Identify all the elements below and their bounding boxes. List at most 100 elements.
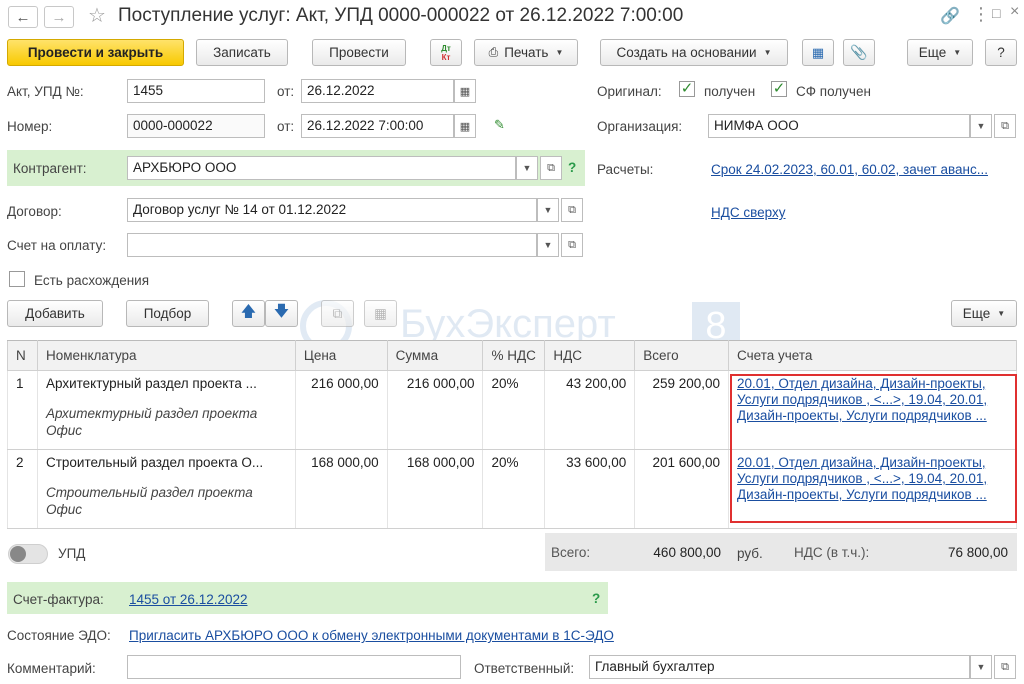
window-title: Поступление услуг: Акт, УПД 0000-000022 … bbox=[118, 5, 684, 26]
link-icon[interactable]: 🔗 bbox=[940, 6, 960, 26]
contract-dropdown[interactable]: ▼ bbox=[537, 198, 559, 222]
edit-time-icon[interactable]: ✎ bbox=[494, 117, 505, 133]
vat-rate-cell[interactable]: 20% bbox=[482, 449, 546, 529]
chevron-down-icon: ▼ bbox=[543, 205, 553, 215]
more-menu-icon[interactable]: ⋮ bbox=[972, 4, 990, 25]
total-cell[interactable]: 259 200,00 bbox=[634, 370, 730, 450]
original-received-checkbox[interactable]: ✓ bbox=[679, 81, 695, 97]
accounts-link-line[interactable]: Дизайн-проекты, Услуги подрядчиков ... bbox=[737, 408, 1008, 424]
price-cell[interactable]: 168 000,00 bbox=[294, 449, 388, 529]
calendar-button[interactable]: ▦ bbox=[454, 114, 476, 138]
col-sum-header[interactable]: Сумма bbox=[386, 340, 484, 371]
contract-field[interactable]: Договор услуг № 14 от 01.12.2022 bbox=[127, 198, 537, 222]
contract-open-button[interactable]: ⧉ bbox=[561, 198, 583, 222]
dtkt-button[interactable]: Дт Кт bbox=[430, 39, 462, 66]
print-button[interactable]: ⎙ Печать ▼ bbox=[474, 39, 578, 66]
accounts-cell[interactable]: 20.01, Отдел дизайна, Дизайн-проекты, Ус… bbox=[728, 449, 1017, 529]
accounts-cell[interactable]: 20.01, Отдел дизайна, Дизайн-проекты, Ус… bbox=[728, 370, 1017, 450]
upd-toggle[interactable] bbox=[8, 544, 48, 564]
table-row[interactable]: 2 Строительный раздел проекта О... Строи… bbox=[7, 449, 1017, 529]
sum-cell[interactable]: 168 000,00 bbox=[386, 449, 484, 529]
contractor-field[interactable]: АРХБЮРО ООО bbox=[127, 156, 516, 180]
nomenclature-name: Строительный раздел проекта О... bbox=[45, 455, 264, 470]
move-up-button[interactable]: 🡅 bbox=[232, 300, 265, 327]
responsible-field[interactable]: Главный бухгалтер bbox=[589, 655, 970, 679]
vat-rate-cell[interactable]: 20% bbox=[482, 370, 546, 450]
discrepancy-checkbox[interactable] bbox=[9, 271, 25, 287]
save-label: Записать bbox=[213, 45, 271, 60]
col-vat-header[interactable]: НДС bbox=[544, 340, 636, 371]
attach-button[interactable]: 📎 bbox=[843, 39, 875, 66]
organization-open-button[interactable]: ⧉ bbox=[994, 114, 1016, 138]
contractor-help-icon[interactable]: ? bbox=[568, 160, 576, 175]
save-button[interactable]: Записать bbox=[196, 39, 288, 66]
open-icon: ⧉ bbox=[568, 203, 576, 216]
post-and-close-button[interactable]: Провести и закрыть bbox=[7, 39, 184, 66]
accounts-link-line[interactable]: 20.01, Отдел дизайна, Дизайн-проекты, bbox=[737, 376, 1008, 392]
table-more-button[interactable]: Еще ▼ bbox=[951, 300, 1017, 327]
table-row[interactable]: 1 Архитектурный раздел проекта ... Архит… bbox=[7, 370, 1017, 450]
maximize-icon[interactable]: □ bbox=[992, 5, 1000, 21]
organization-field[interactable]: НИМФА ООО bbox=[708, 114, 970, 138]
number-date-field[interactable]: 26.12.2022 7:00:00 bbox=[301, 114, 454, 138]
comment-field[interactable] bbox=[127, 655, 461, 679]
close-icon[interactable]: × bbox=[1010, 3, 1019, 21]
calendar-button[interactable]: ▦ bbox=[454, 79, 476, 103]
more-button[interactable]: Еще ▼ bbox=[907, 39, 973, 66]
table-more-label: Еще bbox=[962, 306, 991, 321]
col-price-header[interactable]: Цена bbox=[294, 340, 388, 371]
help-label: ? bbox=[997, 45, 1005, 60]
nomenclature-cell[interactable]: Строительный раздел проекта О... Строите… bbox=[36, 449, 296, 529]
vat-cell[interactable]: 43 200,00 bbox=[544, 370, 636, 450]
responsible-open-button[interactable]: ⧉ bbox=[994, 655, 1016, 679]
move-down-button[interactable]: 🡇 bbox=[265, 300, 298, 327]
services-table: N Номенклатура Цена Сумма % НДС НДС Всег… bbox=[7, 340, 1017, 529]
accounts-link-line[interactable]: Дизайн-проекты, Услуги подрядчиков ... bbox=[737, 487, 1008, 503]
more-label: Еще bbox=[918, 45, 947, 60]
price-cell[interactable]: 216 000,00 bbox=[294, 370, 388, 450]
organization-dropdown[interactable]: ▼ bbox=[970, 114, 992, 138]
paste-button[interactable]: ▦ bbox=[364, 300, 397, 327]
sf-help-icon[interactable]: ? bbox=[592, 591, 600, 606]
nomenclature-cell[interactable]: Архитектурный раздел проекта ... Архитек… bbox=[36, 370, 296, 450]
invoice-open-button[interactable]: ⧉ bbox=[561, 233, 583, 257]
select-button[interactable]: Подбор bbox=[126, 300, 209, 327]
back-button[interactable]: ← bbox=[8, 6, 38, 28]
star-icon[interactable]: ☆ bbox=[88, 3, 106, 28]
contractor-dropdown[interactable]: ▼ bbox=[516, 156, 538, 180]
post-button[interactable]: Провести bbox=[312, 39, 406, 66]
invoice-field[interactable] bbox=[127, 233, 537, 257]
contractor-open-button[interactable]: ⧉ bbox=[540, 156, 562, 180]
add-row-button[interactable]: Добавить bbox=[7, 300, 103, 327]
accounts-link-line[interactable]: 20.01, Отдел дизайна, Дизайн-проекты, bbox=[737, 455, 1008, 471]
structure-button[interactable]: ▦ bbox=[802, 39, 834, 66]
sf-link[interactable]: 1455 от 26.12.2022 bbox=[129, 592, 248, 607]
sf-received-checkbox[interactable]: ✓ bbox=[771, 81, 787, 97]
accounts-link-line[interactable]: Услуги подрядчиков , <...>, 19.04, 20.01… bbox=[737, 471, 1008, 487]
vat-on-top-link[interactable]: НДС сверху bbox=[711, 205, 786, 220]
invoice-dropdown[interactable]: ▼ bbox=[537, 233, 559, 257]
help-button[interactable]: ? bbox=[985, 39, 1017, 66]
col-accounts-header[interactable]: Счета учета bbox=[728, 340, 1017, 371]
forward-button[interactable]: → bbox=[44, 6, 74, 28]
total-cell[interactable]: 201 600,00 bbox=[634, 449, 730, 529]
col-vat-rate-header[interactable]: % НДС bbox=[482, 340, 546, 371]
create-based-label: Создать на основании bbox=[616, 45, 757, 60]
create-based-button[interactable]: Создать на основании ▼ bbox=[600, 39, 788, 66]
act-number-field[interactable]: 1455 bbox=[127, 79, 265, 103]
vat-cell[interactable]: 33 600,00 bbox=[544, 449, 636, 529]
accounts-link-line[interactable]: Услуги подрядчиков , <...>, 19.04, 20.01… bbox=[737, 392, 1008, 408]
col-nomenclature-header[interactable]: Номенклатура bbox=[36, 340, 296, 371]
open-icon: ⧉ bbox=[1001, 660, 1009, 673]
payments-link[interactable]: Срок 24.02.2023, 60.01, 60.02, зачет ава… bbox=[711, 162, 988, 177]
sum-cell[interactable]: 216 000,00 bbox=[386, 370, 484, 450]
act-date-field[interactable]: 26.12.2022 bbox=[301, 79, 454, 103]
col-total-header[interactable]: Всего bbox=[634, 340, 730, 371]
number-field[interactable]: 0000-000022 bbox=[127, 114, 265, 138]
edo-invite-link[interactable]: Пригласить АРХБЮРО ООО к обмену электрон… bbox=[129, 628, 614, 643]
responsible-dropdown[interactable]: ▼ bbox=[970, 655, 992, 679]
col-n-header[interactable]: N bbox=[7, 340, 38, 371]
copy-button[interactable]: ⧉ bbox=[321, 300, 354, 327]
open-icon: ⧉ bbox=[547, 161, 555, 174]
chevron-down-icon: ▼ bbox=[953, 48, 962, 57]
